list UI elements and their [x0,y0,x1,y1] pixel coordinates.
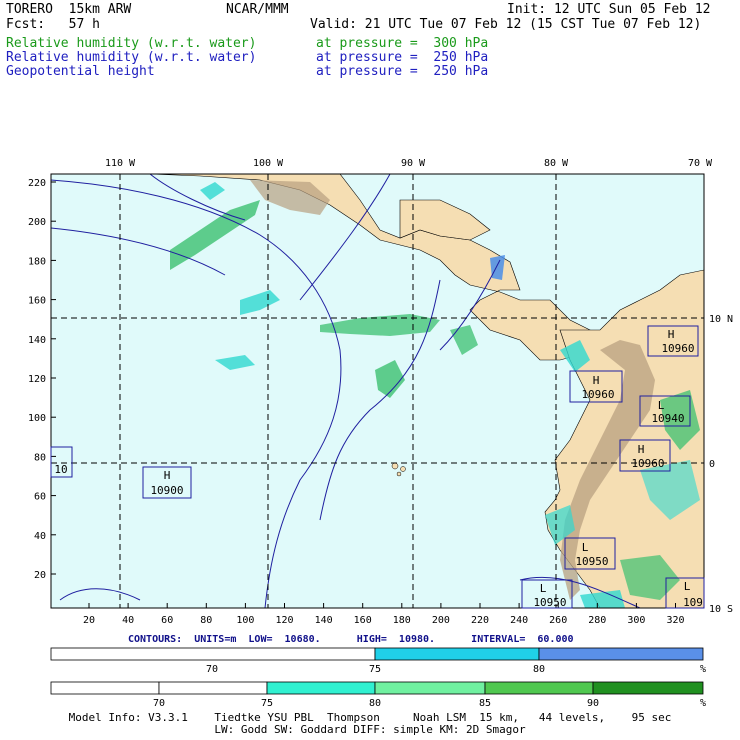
bottom-tick-label: 200 [432,615,450,626]
left-tick-label: 180 [28,256,46,267]
galapagos-island [396,471,402,477]
bottom-tick-label: 40 [122,615,134,626]
center-type: H [668,328,675,341]
left-tick-label: 80 [34,452,46,463]
center-value: 10960 [581,388,614,401]
center-value: 10900 [150,484,183,497]
colorbar-unit: % [700,664,706,675]
center-type: L [582,541,589,554]
forecast-map-page: TORERO 15km ARW NCAR/MMM Init: 12 UTC Su… [0,0,740,740]
left-tick-label: 220 [28,178,46,189]
left-tick-label: 100 [28,413,46,424]
left-tick-label: 160 [28,296,46,307]
center-value: 10960 [661,342,694,355]
galapagos-island [391,462,399,470]
bottom-tick-label: 120 [275,615,293,626]
physics-info: LW: Godd SW: Goddard DIFF: simple KM: 2D… [214,723,526,736]
bottom-tick-label: 280 [588,615,606,626]
lon-label: 90 W [401,158,426,169]
center-type: H [593,374,600,387]
contour-info: CONTOURS: UNITS=m LOW= 10680. HIGH= 1098… [128,634,574,645]
forecast-map-svg: 22020018016014012010080604020 20 40 60 80 10… [28,158,733,709]
bottom-tick-label: 20 [83,615,95,626]
colorbar-label: 80 [369,698,381,709]
colorbar-label: 90 [587,698,599,709]
bottom-tick-label: 260 [549,615,567,626]
colorbar-label: 80 [533,664,545,675]
center-type: H [164,469,171,482]
lon-label: 100 W [253,158,284,169]
lat-label: 10 S [709,604,733,615]
lon-label: 110 W [105,158,136,169]
bottom-tick-label: 300 [627,615,645,626]
galapagos-island [400,466,406,472]
colorbar-label: 70 [206,664,218,675]
center-type: L [684,580,691,593]
center-type: H [638,443,645,456]
left-tick-label: 40 [34,531,46,542]
bottom-tick-label: 140 [315,615,333,626]
bottom-tick-label: 100 [236,615,254,626]
center-type: L [540,582,547,595]
center-value: 10 [54,463,67,476]
colorbar-label: 75 [369,664,381,675]
colorbar-label: 75 [261,698,273,709]
center-type: L [658,399,665,412]
colorbar-label: 70 [153,698,165,709]
bottom-tick-label: 220 [471,615,489,626]
lat-label: 10 N [709,314,733,325]
bottom-tick-label: 180 [393,615,411,626]
colorbar-label: 85 [479,698,491,709]
lon-label: 70 W [688,158,713,169]
left-tick-label: 120 [28,374,46,385]
bottom-tick-label: 80 [200,615,212,626]
bottom-tick-label: 60 [161,615,173,626]
bottom-tick-label: 240 [510,615,528,626]
center-value: 109 [683,596,703,609]
left-tick-label: 60 [34,492,46,503]
left-tick-label: 20 [34,570,46,581]
center-value: 10960 [631,457,664,470]
bottom-tick-label: 160 [354,615,372,626]
lon-label: 80 W [544,158,569,169]
colorbar-300hpa: 70 75 80 85 90 % [50,681,706,709]
center-value: 10940 [651,412,684,425]
colorbar-unit: % [700,698,706,709]
center-value: 10950 [575,555,608,568]
lat-label: 0 [709,459,715,470]
left-tick-label: 200 [28,217,46,228]
center-value: 10950 [533,596,566,609]
colorbar-250hpa: 70 75 80 % [50,647,706,675]
bottom-tick-label: 320 [666,615,684,626]
left-tick-label: 140 [28,335,46,346]
